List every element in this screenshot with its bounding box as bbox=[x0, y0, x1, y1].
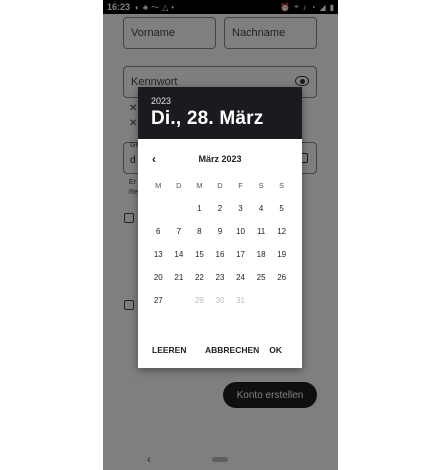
calendar-week-row: 27 28 29 30 31 bbox=[148, 289, 292, 312]
clear-button[interactable]: LEEREN bbox=[152, 345, 186, 355]
weekday-label: D bbox=[176, 181, 182, 190]
calendar-day[interactable]: 26 bbox=[271, 267, 292, 289]
ok-button[interactable]: OK bbox=[269, 345, 282, 355]
phone-screen: 16:23 ◐ ♣ 〜 △ • ⏰ ⌖ ♪ ◔ ◢ ▮ Vorname Nach… bbox=[103, 0, 338, 470]
calendar-day[interactable]: 11 bbox=[251, 221, 272, 243]
calendar-day-disabled: 29 bbox=[194, 295, 204, 305]
calendar-day[interactable]: 10 bbox=[230, 221, 251, 243]
calendar-week-row: 20 21 22 23 24 25 26 bbox=[148, 266, 292, 289]
calendar-day[interactable]: 3 bbox=[230, 198, 251, 220]
calendar-day[interactable]: 14 bbox=[169, 244, 190, 266]
weekday-label: S bbox=[258, 181, 264, 190]
calendar-day[interactable]: 21 bbox=[169, 267, 190, 289]
calendar-week-row: 12345 bbox=[148, 197, 292, 220]
calendar-day[interactable]: 18 bbox=[251, 244, 272, 266]
month-navigation: ‹ März 2023 bbox=[138, 139, 302, 179]
weekday-label: S bbox=[279, 181, 285, 190]
calendar-day[interactable]: 8 bbox=[189, 221, 210, 243]
weekday-label: M bbox=[196, 181, 203, 190]
calendar-day[interactable]: 1 bbox=[189, 198, 210, 220]
calendar-day[interactable]: 25 bbox=[251, 267, 272, 289]
dialog-actions: LEEREN ABBRECHEN OK bbox=[138, 345, 302, 359]
calendar-day[interactable]: 19 bbox=[271, 244, 292, 266]
calendar-day[interactable]: 5 bbox=[271, 198, 292, 220]
calendar-day[interactable]: 23 bbox=[210, 267, 231, 289]
calendar-day[interactable]: 20 bbox=[148, 267, 169, 289]
calendar-day[interactable]: 7 bbox=[169, 221, 190, 243]
calendar-day[interactable]: 13 bbox=[148, 244, 169, 266]
calendar-day[interactable]: 12 bbox=[271, 221, 292, 243]
calendar-day[interactable]: 2 bbox=[210, 198, 231, 220]
calendar-day[interactable]: 15 bbox=[189, 244, 210, 266]
calendar-grid: 1 2 3 4 5 6 7 8 9 10 11 12 13 14 15 16 17 18 19 20 21 22 23 24 2… bbox=[148, 197, 292, 312]
date-picker-dialog: 2023 Di., 28. März ‹ März 2023 M D M D F… bbox=[138, 87, 302, 368]
calendar-day[interactable]: 9 bbox=[210, 221, 231, 243]
calendar-week-row: 13 14 15 16 17 18 19 bbox=[148, 243, 292, 266]
calendar-day-selected[interactable]: 28 bbox=[167, 289, 190, 312]
calendar-day[interactable]: 16 bbox=[210, 244, 231, 266]
weekday-label: D bbox=[217, 181, 223, 190]
calendar-day[interactable]: 4 bbox=[251, 198, 272, 220]
calendar-day[interactable]: 27 bbox=[148, 290, 169, 312]
selected-date: Di., 28. März bbox=[151, 108, 264, 129]
calendar-day-disabled: 30 bbox=[215, 295, 225, 305]
calendar-week-row: 6 7 8 9 10 11 12 bbox=[148, 220, 292, 243]
calendar-day[interactable]: 24 bbox=[230, 267, 251, 289]
weekday-label: M bbox=[155, 181, 162, 190]
calendar-day[interactable]: 17 bbox=[230, 244, 251, 266]
selected-year[interactable]: 2023 bbox=[151, 96, 171, 106]
month-label[interactable]: März 2023 bbox=[138, 154, 302, 164]
calendar-day-disabled: 31 bbox=[236, 295, 245, 305]
weekday-label: F bbox=[238, 181, 243, 190]
weekday-header: M D M D F S S bbox=[148, 181, 292, 193]
date-picker-header: 2023 Di., 28. März bbox=[138, 87, 302, 139]
calendar-day[interactable]: 22 bbox=[189, 267, 210, 289]
calendar-day[interactable]: 6 bbox=[148, 221, 169, 243]
cancel-button[interactable]: ABBRECHEN bbox=[205, 345, 259, 355]
